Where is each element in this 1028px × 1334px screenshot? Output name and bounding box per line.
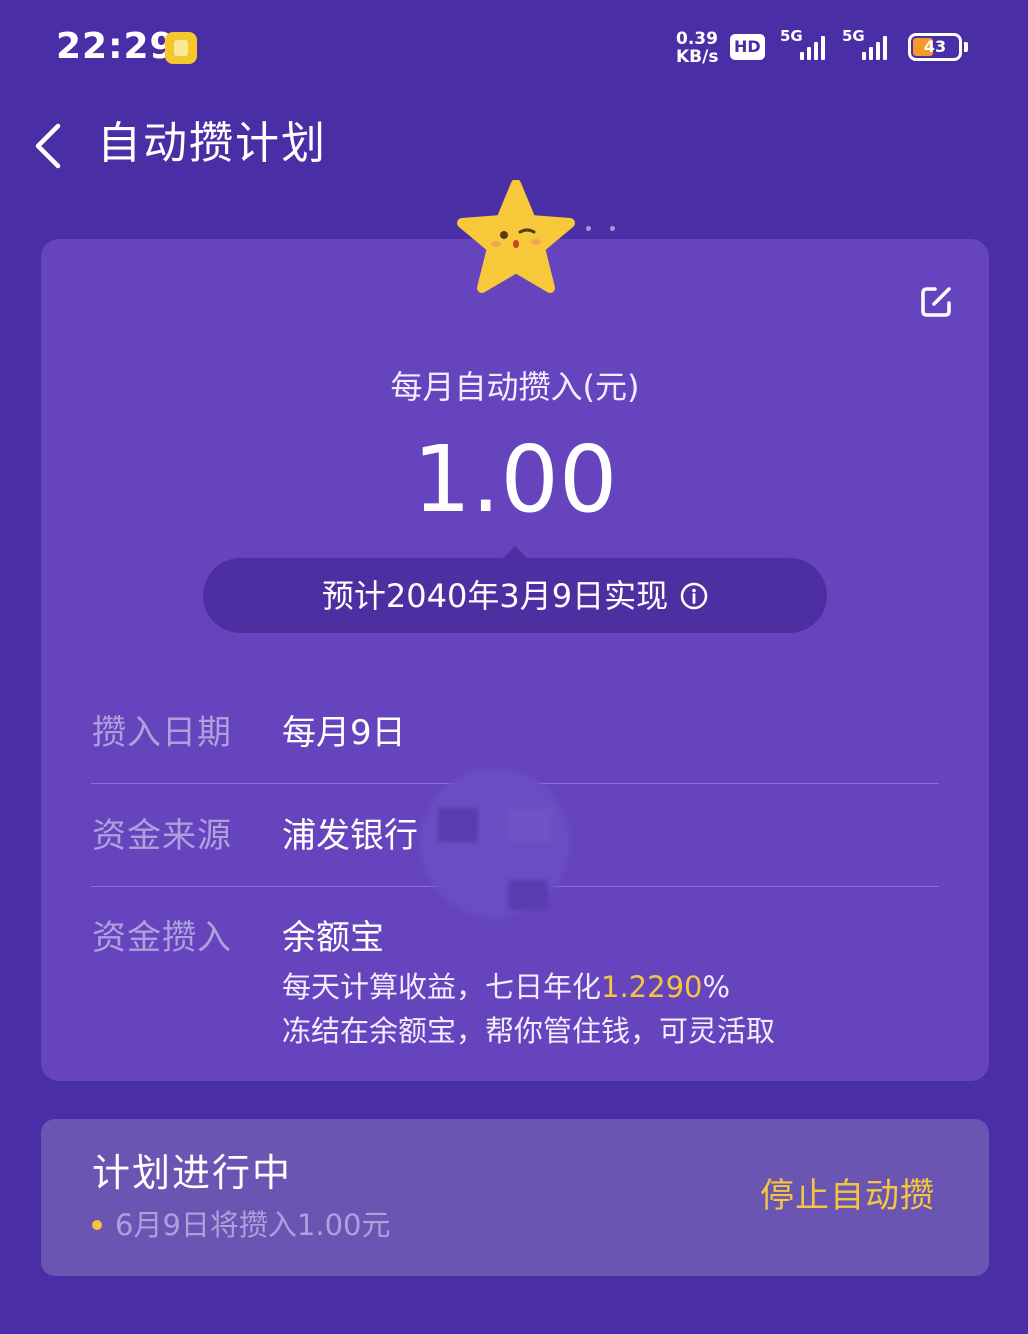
signal-icon: 5G <box>842 28 898 62</box>
info-icon[interactable] <box>680 582 708 610</box>
estimate-pill[interactable]: 预计2040年3月9日实现 <box>203 558 827 633</box>
monthly-amount-label: 每月自动攒入(元) <box>390 368 640 406</box>
decoration-dot <box>586 226 591 231</box>
edit-button[interactable] <box>918 284 954 320</box>
app-notification-icon <box>165 32 197 64</box>
battery-icon: 43 <box>908 33 962 61</box>
network-speed: 0.39 KB/s <box>676 30 724 66</box>
monthly-amount-value: 1.00 <box>412 426 618 533</box>
deposit-date-label: 攒入日期 <box>92 713 232 753</box>
star-mascot <box>457 180 575 293</box>
network-speed-unit: KB/s <box>676 47 719 67</box>
stop-auto-save-button[interactable]: 停止自动攒 <box>760 1172 935 1220</box>
page-title: 自动攒计划 <box>97 118 327 169</box>
edit-icon <box>921 287 951 317</box>
battery-level: 43 <box>923 37 947 56</box>
battery-tip <box>964 42 968 52</box>
fund-source-value: 浦发银行 <box>282 816 418 856</box>
decoration-dot <box>610 226 615 231</box>
estimate-text: 预计2040年3月9日实现 <box>321 576 669 615</box>
plan-status-title: 计划进行中 <box>92 1151 293 1195</box>
chevron-left-icon <box>35 123 61 169</box>
network-speed-value: 0.39 <box>676 29 718 49</box>
yield-rate: 1.2290 <box>601 970 703 1004</box>
next-deposit-text: 6月9日将攒入1.00元 <box>115 1208 391 1242</box>
yield-prefix: 每天计算收益，七日年化 <box>282 970 602 1004</box>
yield-suffix: % <box>702 970 731 1004</box>
privacy-mosaic <box>420 768 570 918</box>
fund-note: 冻结在余额宝，帮你管住钱，可灵活取 <box>282 1014 776 1048</box>
pill-pointer <box>503 546 527 558</box>
status-time: 22:29 <box>56 26 176 67</box>
fund-target-value: 余额宝 <box>282 918 384 958</box>
signal-icon: 5G <box>780 28 836 62</box>
fund-target-label: 资金攒入 <box>92 918 232 958</box>
hd-badge: HD <box>730 34 765 60</box>
status-bar: 22:29 0.39 KB/s HD 5G 5G 43 <box>0 0 1028 95</box>
deposit-date-value: 每月9日 <box>282 713 406 753</box>
status-dot <box>92 1220 102 1230</box>
fund-source-label: 资金来源 <box>92 816 232 856</box>
back-button[interactable] <box>28 118 78 174</box>
yield-description: 每天计算收益，七日年化1.2290% <box>282 967 730 1007</box>
